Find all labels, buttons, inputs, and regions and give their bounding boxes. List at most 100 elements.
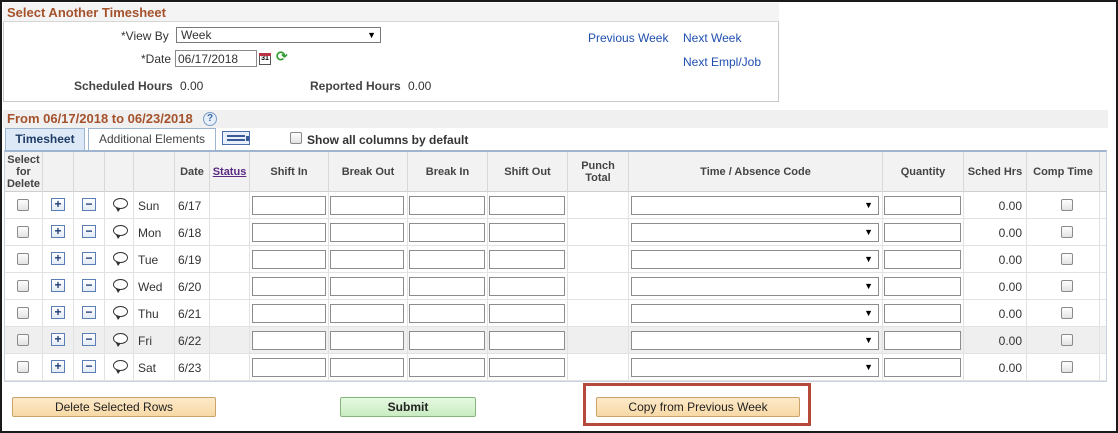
delete-selected-rows-button[interactable]: Delete Selected Rows <box>12 397 216 417</box>
time-absence-code-select[interactable]: ▼ <box>631 277 879 296</box>
shift-in-input[interactable] <box>252 304 326 323</box>
quantity-input[interactable] <box>884 223 961 242</box>
day-cell: Mon <box>134 219 175 246</box>
add-row-button[interactable]: + <box>51 360 65 373</box>
next-week-link[interactable]: Next Week <box>683 31 741 45</box>
comp-time-checkbox[interactable] <box>1061 199 1073 211</box>
add-row-button[interactable]: + <box>51 198 65 211</box>
shift-out-input[interactable] <box>489 304 565 323</box>
select-for-delete-checkbox[interactable] <box>17 253 29 265</box>
remove-row-button[interactable]: − <box>82 198 96 211</box>
next-empl-job-link[interactable]: Next Empl/Job <box>683 55 761 69</box>
remove-row-button[interactable]: − <box>82 333 96 346</box>
sched-hrs-cell: 0.00 <box>964 327 1027 354</box>
tab-timesheet[interactable]: Timesheet <box>5 128 85 150</box>
select-for-delete-checkbox[interactable] <box>17 307 29 319</box>
time-absence-code-cell: ▼ <box>629 219 883 246</box>
select-for-delete-checkbox[interactable] <box>17 334 29 346</box>
punch-total-cell <box>568 327 629 354</box>
break-out-input[interactable] <box>330 250 404 269</box>
tab-additional-elements[interactable]: Additional Elements <box>88 128 216 150</box>
comp-time-checkbox[interactable] <box>1061 361 1073 373</box>
time-absence-code-select[interactable]: ▼ <box>631 331 879 350</box>
break-in-input[interactable] <box>409 196 485 215</box>
shift-out-input[interactable] <box>489 250 565 269</box>
break-out-input[interactable] <box>330 223 404 242</box>
add-row-button[interactable]: + <box>51 333 65 346</box>
remove-row-button[interactable]: − <box>82 306 96 319</box>
break-out-input[interactable] <box>330 331 404 350</box>
shift-in-input[interactable] <box>252 196 326 215</box>
shift-out-input[interactable] <box>489 331 565 350</box>
grid-settings-icon[interactable] <box>222 131 250 145</box>
break-in-input[interactable] <box>409 331 485 350</box>
select-for-delete-checkbox[interactable] <box>17 280 29 292</box>
time-absence-code-select[interactable]: ▼ <box>631 358 879 377</box>
quantity-input[interactable] <box>884 250 961 269</box>
comment-bubble-icon[interactable] <box>113 198 128 212</box>
break-in-input[interactable] <box>409 358 485 377</box>
quantity-input[interactable] <box>884 331 961 350</box>
remove-row-button[interactable]: − <box>82 279 96 292</box>
time-absence-code-select[interactable]: ▼ <box>631 250 879 269</box>
quantity-input[interactable] <box>884 196 961 215</box>
comp-time-checkbox[interactable] <box>1061 307 1073 319</box>
comment-bubble-icon[interactable] <box>113 252 128 266</box>
time-absence-code-select[interactable]: ▼ <box>631 196 879 215</box>
remove-row-button[interactable]: − <box>82 360 96 373</box>
quantity-input[interactable] <box>884 277 961 296</box>
shift-in-input[interactable] <box>252 250 326 269</box>
shift-out-input[interactable] <box>489 223 565 242</box>
copy-from-previous-week-button[interactable]: Copy from Previous Week <box>596 397 800 417</box>
break-out-input[interactable] <box>330 277 404 296</box>
quantity-input[interactable] <box>884 358 961 377</box>
comment-bubble-icon[interactable] <box>113 333 128 347</box>
comment-bubble-icon[interactable] <box>113 306 128 320</box>
view-by-select[interactable]: Week ▼ <box>176 27 381 43</box>
date-label: *Date <box>141 52 172 66</box>
comment-bubble-icon[interactable] <box>113 225 128 239</box>
calendar-icon[interactable]: 31 <box>259 53 271 65</box>
break-in-input[interactable] <box>409 223 485 242</box>
comment-bubble-icon[interactable] <box>113 360 128 374</box>
submit-button[interactable]: Submit <box>340 397 476 417</box>
comp-time-checkbox[interactable] <box>1061 253 1073 265</box>
shift-in-input[interactable] <box>252 223 326 242</box>
break-out-input[interactable] <box>330 196 404 215</box>
break-out-input[interactable] <box>330 358 404 377</box>
show-all-columns-checkbox[interactable] <box>290 132 302 144</box>
add-cell: + <box>43 273 74 300</box>
time-absence-code-select[interactable]: ▼ <box>631 223 879 242</box>
time-absence-code-select[interactable]: ▼ <box>631 304 879 323</box>
shift-out-input[interactable] <box>489 277 565 296</box>
shift-in-cell <box>250 219 329 246</box>
add-row-button[interactable]: + <box>51 279 65 292</box>
break-in-input[interactable] <box>409 304 485 323</box>
shift-in-input[interactable] <box>252 331 326 350</box>
add-row-button[interactable]: + <box>51 252 65 265</box>
add-row-button[interactable]: + <box>51 306 65 319</box>
comment-bubble-icon[interactable] <box>113 279 128 293</box>
refresh-icon[interactable]: ⟳ <box>276 48 288 65</box>
break-in-input[interactable] <box>409 277 485 296</box>
shift-out-input[interactable] <box>489 358 565 377</box>
select-for-delete-checkbox[interactable] <box>17 199 29 211</box>
remove-row-button[interactable]: − <box>82 252 96 265</box>
break-in-input[interactable] <box>409 250 485 269</box>
select-for-delete-checkbox[interactable] <box>17 226 29 238</box>
shift-in-input[interactable] <box>252 277 326 296</box>
help-icon[interactable]: ? <box>203 112 217 126</box>
quantity-input[interactable] <box>884 304 961 323</box>
shift-in-input[interactable] <box>252 358 326 377</box>
previous-week-link[interactable]: Previous Week <box>588 31 668 45</box>
add-row-button[interactable]: + <box>51 225 65 238</box>
comp-time-checkbox[interactable] <box>1061 226 1073 238</box>
shift-out-input[interactable] <box>489 196 565 215</box>
remove-row-button[interactable]: − <box>82 225 96 238</box>
comp-time-checkbox[interactable] <box>1061 280 1073 292</box>
comp-time-checkbox[interactable] <box>1061 334 1073 346</box>
break-out-input[interactable] <box>330 304 404 323</box>
date-input[interactable]: 06/17/2018 <box>175 50 257 67</box>
select-for-delete-checkbox[interactable] <box>17 361 29 373</box>
col-status[interactable]: Status <box>210 152 250 192</box>
